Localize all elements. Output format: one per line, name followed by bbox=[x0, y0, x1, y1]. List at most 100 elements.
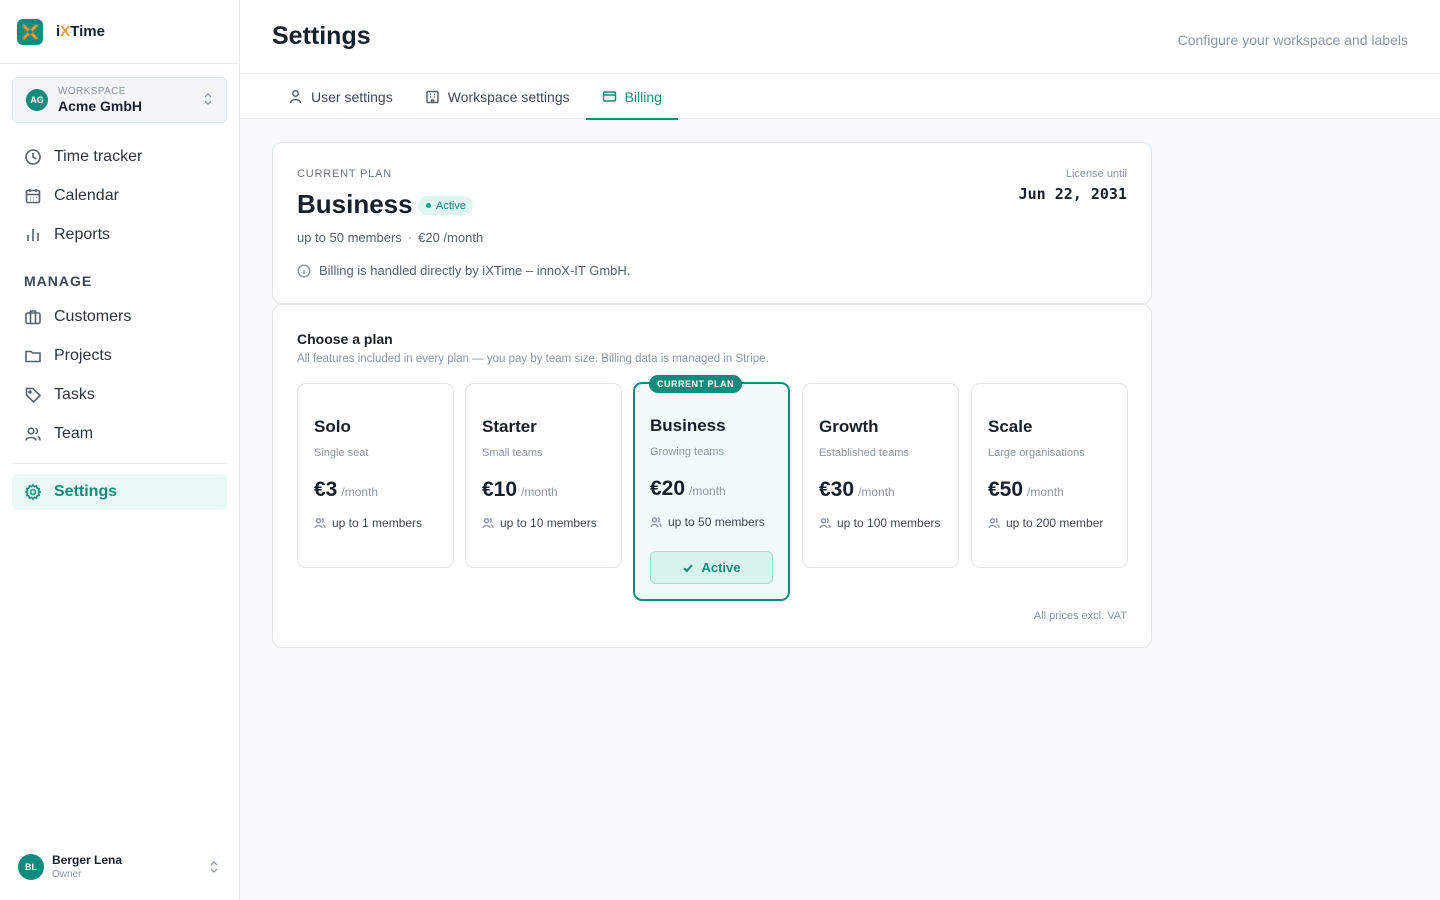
page-header: Settings Configure your workspace and la… bbox=[240, 0, 1440, 74]
billing-info: Billing is handled directly by iXTime – … bbox=[297, 263, 630, 278]
plan-name: Starter bbox=[482, 417, 537, 436]
plan-price: €30/month bbox=[819, 478, 895, 501]
current-plan-price: €20 /month bbox=[418, 230, 484, 245]
user-role: Owner bbox=[52, 869, 82, 880]
chevron-updown-icon bbox=[209, 860, 219, 875]
clock-icon bbox=[25, 149, 41, 165]
avatar: BL bbox=[18, 854, 44, 880]
vat-note: All prices excl. VAT bbox=[1033, 610, 1127, 622]
sidebar-item-label: Tasks bbox=[54, 386, 95, 403]
users-icon bbox=[819, 518, 831, 529]
plan-name: Growth bbox=[819, 417, 879, 436]
plan-name: Solo bbox=[314, 417, 351, 436]
plan-members: up to 1 members bbox=[314, 516, 422, 530]
sidebar-divider bbox=[12, 463, 227, 464]
sidebar-item-label: Customers bbox=[54, 308, 132, 325]
users-icon bbox=[988, 518, 1000, 529]
sidebar-item-tasks[interactable]: Tasks bbox=[12, 377, 227, 413]
plan-description: Large organisations bbox=[988, 447, 1085, 459]
plan-description: Single seat bbox=[314, 447, 369, 459]
workspace-switcher[interactable]: AG WORKSPACE Acme GmbH bbox=[12, 77, 227, 123]
plan-card-starter[interactable]: Starter Small teams €10/month up to 10 m… bbox=[465, 383, 622, 568]
users-icon bbox=[314, 518, 326, 529]
sidebar-item-reports[interactable]: Reports bbox=[12, 217, 227, 253]
sidebar-item-team[interactable]: Team bbox=[12, 416, 227, 452]
choose-plan-card: Choose a plan All features included in e… bbox=[272, 304, 1152, 648]
brand-name: iXTime bbox=[56, 23, 105, 40]
tab-label: Workspace settings bbox=[447, 88, 570, 105]
chevron-updown-icon bbox=[203, 92, 213, 108]
tab-workspace-settings[interactable]: Workspace settings bbox=[409, 74, 586, 119]
choose-plan-subtitle: All features included in every plan — yo… bbox=[297, 353, 769, 365]
tab-label: User settings bbox=[311, 88, 393, 105]
current-plan-meta: up to 50 members · €20 /month bbox=[297, 230, 484, 245]
plan-card-growth[interactable]: Growth Established teams €30/month up to… bbox=[802, 383, 959, 568]
active-plan-button[interactable]: Active bbox=[650, 551, 773, 584]
plan-members: up to 200 member bbox=[988, 516, 1103, 530]
users-icon bbox=[650, 517, 662, 528]
settings-nav: Settings bbox=[12, 474, 227, 513]
tab-label: Billing bbox=[624, 88, 662, 105]
plan-description: Small teams bbox=[482, 447, 543, 459]
sidebar-item-time-tracker[interactable]: Time tracker bbox=[12, 139, 227, 175]
plan-members: up to 50 members bbox=[650, 515, 765, 529]
info-icon bbox=[297, 263, 311, 278]
current-plan-flag: CURRENT PLAN bbox=[649, 375, 742, 393]
sidebar-item-calendar[interactable]: Calendar bbox=[12, 178, 227, 214]
user-menu[interactable]: BL Berger Lena Owner bbox=[18, 852, 223, 882]
license-date: Jun 22, 2031 bbox=[1018, 185, 1127, 203]
tab-user-settings[interactable]: User settings bbox=[272, 74, 409, 119]
users-icon bbox=[25, 427, 41, 441]
sidebar-item-settings[interactable]: Settings bbox=[12, 474, 227, 510]
billing-info-text: Billing is handled directly by iXTime – … bbox=[319, 263, 631, 278]
plan-card-scale[interactable]: Scale Large organisations €50/month up t… bbox=[971, 383, 1128, 568]
credit-card-icon bbox=[602, 91, 616, 102]
plan-card-solo[interactable]: Solo Single seat €3/month up to 1 member… bbox=[297, 383, 454, 568]
plan-description: Growing teams bbox=[650, 446, 724, 458]
status-dot-icon bbox=[426, 203, 431, 208]
main-nav: Time tracker Calendar Reports bbox=[12, 139, 227, 256]
check-icon bbox=[683, 563, 694, 572]
sidebar-item-label: Reports bbox=[54, 226, 111, 243]
sidebar-item-label: Time tracker bbox=[54, 148, 143, 165]
tag-icon bbox=[25, 387, 42, 404]
sidebar-item-label: Settings bbox=[54, 483, 118, 500]
manage-section-label: MANAGE bbox=[24, 273, 93, 289]
plan-name: Business bbox=[650, 416, 726, 435]
choose-plan-title: Choose a plan bbox=[297, 331, 393, 347]
tab-billing[interactable]: Billing bbox=[585, 74, 679, 120]
sidebar-item-customers[interactable]: Customers bbox=[12, 299, 227, 335]
users-icon bbox=[482, 518, 494, 529]
plan-price: €20/month bbox=[650, 477, 726, 500]
workspace-label: WORKSPACE bbox=[58, 85, 126, 97]
plan-members: up to 100 members bbox=[819, 516, 940, 530]
status-badge: Active bbox=[418, 196, 473, 215]
plan-list: Solo Single seat €3/month up to 1 member… bbox=[297, 375, 1128, 603]
gear-icon bbox=[24, 483, 42, 501]
folder-icon bbox=[25, 350, 41, 363]
workspace-avatar: AG bbox=[26, 89, 48, 111]
plan-price: €50/month bbox=[988, 478, 1064, 501]
sidebar-item-label: Projects bbox=[54, 347, 112, 364]
current-plan-members: up to 50 members bbox=[297, 230, 402, 245]
current-plan-name: Business bbox=[297, 189, 413, 219]
license-label: License until bbox=[1065, 168, 1127, 180]
workspace-name: Acme GmbH bbox=[58, 97, 143, 114]
sidebar-item-label: Team bbox=[54, 425, 94, 442]
page-title: Settings bbox=[272, 22, 371, 50]
sidebar-item-projects[interactable]: Projects bbox=[12, 338, 227, 374]
briefcase-icon bbox=[25, 310, 41, 325]
plan-price: €3/month bbox=[314, 478, 379, 501]
settings-tabs: User settings Workspace settings Billing bbox=[240, 74, 1440, 120]
user-name: Berger Lena bbox=[52, 853, 123, 867]
user-icon bbox=[289, 90, 302, 104]
plan-price: €10/month bbox=[482, 478, 558, 501]
plan-description: Established teams bbox=[819, 447, 909, 459]
current-plan-card: CURRENT PLAN Business Active up to 50 me… bbox=[272, 142, 1152, 304]
current-plan-label: CURRENT PLAN bbox=[297, 168, 392, 180]
plan-card-business[interactable]: CURRENT PLAN Business Growing teams €20/… bbox=[633, 375, 790, 601]
building-icon bbox=[425, 90, 439, 104]
brand: iXTime bbox=[0, 0, 239, 64]
sidebar: iXTime AG WORKSPACE Acme GmbH Time track… bbox=[0, 0, 240, 900]
plan-members: up to 10 members bbox=[482, 516, 597, 530]
